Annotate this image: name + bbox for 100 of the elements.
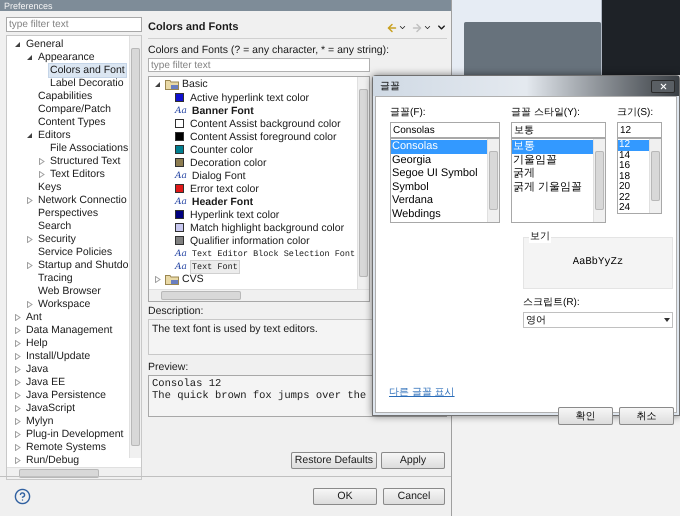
collapsed-arrow-icon[interactable] — [39, 158, 45, 165]
vertical-scrollbar[interactable] — [649, 139, 661, 213]
close-button[interactable] — [651, 80, 675, 92]
tree-item[interactable]: Data Management — [25, 324, 114, 337]
collapsed-arrow-icon[interactable] — [15, 327, 21, 334]
list-item[interactable]: 14 — [618, 150, 649, 161]
category-item[interactable]: CVS — [182, 272, 204, 288]
size-field[interactable]: 12 — [617, 122, 662, 138]
tree-item[interactable]: Content Types — [37, 116, 107, 129]
expanded-arrow-icon[interactable] — [27, 54, 33, 61]
vertical-scrollbar[interactable] — [593, 139, 605, 222]
tree-item[interactable]: Tracing — [37, 272, 74, 285]
preference-item[interactable]: Decoration color — [189, 156, 268, 168]
horizontal-scrollbar[interactable] — [149, 289, 369, 301]
list-item[interactable]: 굵게 — [512, 167, 593, 180]
vertical-scrollbar[interactable] — [487, 139, 499, 222]
preference-item[interactable]: Dialog Font — [190, 170, 247, 182]
tree-item[interactable]: Install/Update — [25, 350, 92, 363]
list-item[interactable]: Webdings — [391, 208, 487, 221]
cancel-button[interactable]: 취소 — [619, 407, 674, 425]
preference-item[interactable]: Banner Font — [190, 104, 255, 116]
list-item[interactable]: 24 — [618, 203, 649, 213]
tree-item[interactable]: Startup and Shutdo — [37, 259, 129, 272]
collapsed-arrow-icon[interactable] — [15, 405, 21, 412]
tree-item[interactable]: File Associations — [49, 142, 129, 155]
tree-item[interactable]: General — [25, 38, 64, 51]
vertical-scrollbar[interactable] — [129, 36, 141, 458]
cancel-button[interactable]: Cancel — [383, 488, 445, 505]
tree-item[interactable]: Service Policies — [37, 246, 114, 259]
tree-item[interactable]: Ant — [25, 311, 43, 324]
collapsed-arrow-icon[interactable] — [15, 314, 21, 321]
tree-item[interactable]: Java EE — [25, 376, 66, 389]
tree-item[interactable]: Appearance — [37, 51, 96, 64]
vertical-scrollbar[interactable] — [357, 77, 369, 289]
expanded-arrow-icon[interactable] — [15, 41, 21, 48]
tree-item[interactable]: Remote Systems — [25, 441, 107, 454]
caret-icon[interactable] — [423, 23, 432, 32]
collapsed-arrow-icon[interactable] — [15, 418, 21, 425]
tree-item[interactable]: Search — [37, 220, 72, 233]
tree-item[interactable]: Editors — [37, 129, 72, 142]
collapsed-arrow-icon[interactable] — [155, 276, 161, 283]
list-item[interactable]: 18 — [618, 172, 649, 182]
collapsed-arrow-icon[interactable] — [27, 197, 33, 204]
help-icon[interactable] — [14, 488, 31, 505]
tree-item[interactable]: Compare/Patch — [37, 103, 112, 116]
collapsed-arrow-icon[interactable] — [27, 301, 33, 308]
list-item[interactable]: 기울임꼴 — [512, 154, 593, 167]
collapsed-arrow-icon[interactable] — [15, 392, 21, 399]
tree-item[interactable]: Structured Text — [49, 155, 122, 168]
restore-defaults-button[interactable]: Restore Defaults — [290, 452, 377, 469]
horizontal-scrollbar[interactable] — [7, 467, 141, 479]
tree-item[interactable]: Keys — [37, 181, 62, 194]
preference-item[interactable]: Match highlight background color — [189, 222, 346, 234]
filter-field[interactable]: type filter text — [6, 17, 142, 32]
tree-item[interactable]: Help — [25, 337, 49, 350]
preference-item[interactable]: Error text color — [189, 182, 260, 194]
tree-item[interactable]: Java — [25, 363, 50, 376]
list-item[interactable]: 22 — [618, 192, 649, 203]
list-item[interactable]: 16 — [618, 161, 649, 172]
collapsed-arrow-icon[interactable] — [15, 431, 21, 438]
list-item[interactable]: Verdana — [391, 194, 487, 208]
collapsed-arrow-icon[interactable] — [15, 444, 21, 451]
tree-item[interactable]: Text Editors — [49, 168, 106, 181]
style-field[interactable]: 보통 — [511, 122, 606, 138]
expanded-arrow-icon[interactable] — [155, 81, 161, 88]
list-item[interactable]: 20 — [618, 182, 649, 192]
tree-item[interactable]: Web Browser — [37, 285, 102, 298]
category-item[interactable]: Basic — [182, 77, 208, 92]
collapsed-arrow-icon[interactable] — [27, 262, 33, 269]
apply-button[interactable]: Apply — [381, 452, 445, 469]
collapsed-arrow-icon[interactable] — [15, 340, 21, 347]
tree-item[interactable]: Plug-in Development — [25, 428, 124, 441]
tree-item[interactable]: Security — [37, 233, 77, 246]
preference-item[interactable]: Content Assist background color — [189, 118, 342, 130]
caret-icon[interactable] — [398, 23, 407, 32]
preference-item[interactable]: Text Editor Block Selection Font — [190, 248, 356, 260]
preference-item[interactable]: Header Font — [190, 196, 254, 208]
tree-item[interactable]: Label Decoratio — [49, 77, 125, 90]
list-item[interactable]: Segoe UI Symbol — [391, 167, 487, 180]
list-item[interactable]: Symbol — [391, 180, 487, 194]
font-field[interactable]: Consolas — [390, 122, 500, 138]
list-item[interactable]: Georgia — [391, 154, 487, 167]
collapsed-arrow-icon[interactable] — [15, 353, 21, 360]
preference-item[interactable]: Qualifier information color — [189, 234, 311, 246]
expanded-arrow-icon[interactable] — [27, 132, 33, 139]
collapsed-arrow-icon[interactable] — [15, 379, 21, 386]
collapsed-arrow-icon[interactable] — [39, 171, 45, 178]
preference-item[interactable]: Hyperlink text color — [189, 208, 280, 220]
tree-item[interactable]: JavaScript — [25, 402, 76, 415]
preference-item[interactable]: Text Font — [190, 260, 239, 272]
filter-field[interactable]: type filter text — [148, 58, 370, 72]
tree-item[interactable]: Network Connectio — [37, 194, 128, 207]
collapsed-arrow-icon[interactable] — [15, 457, 21, 464]
more-fonts-link[interactable]: 다른 글꼴 표시 — [389, 385, 455, 400]
preference-item[interactable]: Content Assist foreground color — [189, 130, 338, 142]
script-select[interactable]: 영어 — [523, 312, 673, 328]
tree-item[interactable]: Workspace — [37, 298, 92, 311]
tree-item[interactable]: Java Persistence — [25, 389, 107, 402]
tree-item[interactable]: Run/Debug — [25, 454, 80, 467]
tree-item[interactable]: Colors and Font — [49, 64, 126, 77]
